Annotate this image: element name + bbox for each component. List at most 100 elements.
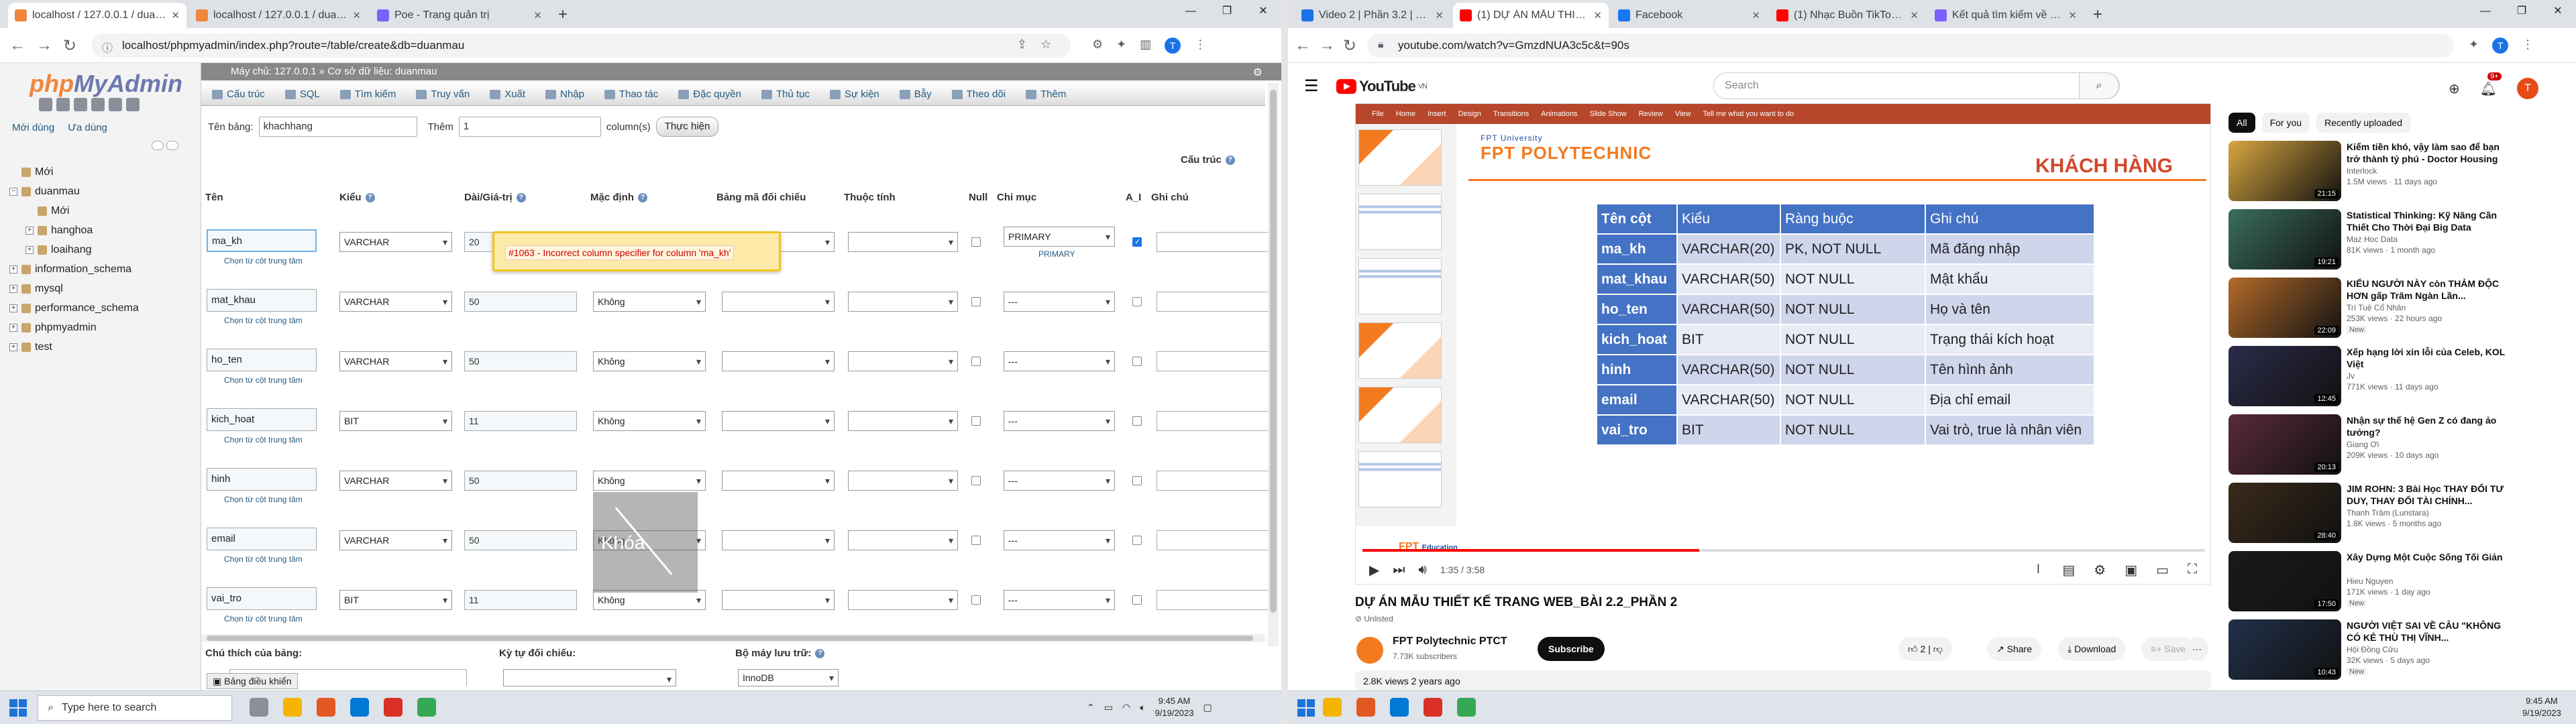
tree-expander-icon[interactable]: + — [9, 323, 17, 332]
recommendation-title[interactable]: Statistical Thinking: Kỹ Năng Cần Thiết … — [2347, 209, 2510, 233]
attributes-select[interactable] — [848, 292, 958, 312]
forward-icon[interactable]: → — [1319, 36, 1335, 55]
maximize-icon[interactable]: ❐ — [1209, 0, 1245, 25]
default-select[interactable]: Không — [593, 471, 706, 491]
recommendation-title[interactable]: Xây Dựng Một Cuộc Sống Tối Giản — [2347, 551, 2510, 563]
video-thumbnail[interactable]: 12:45 — [2229, 346, 2341, 406]
type-select[interactable]: VARCHAR — [339, 351, 452, 371]
explorer-icon[interactable] — [1356, 698, 1375, 717]
recommendation-title[interactable]: Xếp hạng lời xin lỗi của Celeb, KOL Việt — [2347, 346, 2510, 370]
recommendation-card[interactable]: 21:15 Kiểm tiền khó, vậy làm sao để bạn t… — [2229, 141, 2510, 201]
help-icon[interactable]: ? — [638, 193, 648, 203]
star-icon[interactable]: ☆ — [1040, 38, 1051, 52]
youtube-logo[interactable]: YouTube VN — [1336, 78, 1428, 95]
filter-chip[interactable]: Recently uploaded — [2316, 113, 2411, 133]
auto-increment-checkbox[interactable] — [1132, 476, 1142, 485]
type-select[interactable]: VARCHAR — [339, 471, 452, 491]
search-icon[interactable]: ⌕ — [2079, 72, 2119, 99]
help-icon[interactable]: ? — [516, 193, 526, 203]
app-icon[interactable] — [317, 698, 335, 717]
breadcrumb-server[interactable]: Máy chủ: 127.0.0.1 — [231, 66, 317, 77]
thumbs-up-icon[interactable]: 👍︎ — [1908, 644, 1921, 654]
length-input[interactable]: 11 — [464, 590, 577, 610]
minimize-icon[interactable]: — — [2467, 0, 2504, 25]
recommendation-card[interactable]: 10:43 NGƯỜI VIỆT SAI VỀ CÂU "KHÔNG CÓ KẺ … — [2229, 619, 2510, 680]
browser-tab[interactable]: localhost / 127.0.0.1 / duanmau ✕ — [8, 3, 186, 28]
recommendation-card[interactable]: 17:50 Xây Dựng Một Cuộc Sống Tối Giản Hieu… — [2229, 551, 2510, 611]
forward-icon[interactable]: → — [36, 36, 52, 55]
null-checkbox[interactable] — [971, 297, 981, 306]
miniplayer-icon[interactable]: ▣ — [2125, 562, 2137, 579]
hamburger-menu-icon[interactable]: ☰ — [1304, 76, 1319, 96]
index-select[interactable]: --- — [1004, 530, 1115, 550]
recommendation-channel[interactable]: Hội Đồng Cửu — [2347, 645, 2398, 654]
avatar[interactable]: T — [2517, 78, 2539, 99]
menu-item[interactable]: Bẫy — [899, 88, 932, 100]
clock[interactable]: 9:45 AM 9/19/2023 — [1155, 695, 1194, 719]
maximize-icon[interactable]: ❐ — [2504, 0, 2540, 25]
null-checkbox[interactable] — [971, 357, 981, 366]
filter-chip[interactable]: All — [2229, 113, 2255, 133]
filter-chip[interactable]: For you — [2261, 113, 2310, 133]
auto-increment-checkbox[interactable] — [1132, 595, 1142, 605]
gear-icon[interactable]: ⚙ — [1253, 64, 1263, 82]
comments-input[interactable] — [1157, 530, 1271, 550]
tree-item[interactable]: + information_schema — [9, 259, 139, 279]
type-select[interactable]: VARCHAR — [339, 292, 452, 312]
minimize-icon[interactable]: — — [1173, 0, 1209, 25]
menu-kebab-icon[interactable]: ⋮ — [1194, 38, 1206, 54]
length-input[interactable]: 11 — [464, 411, 577, 431]
auto-increment-checkbox[interactable] — [1132, 237, 1142, 247]
help-icon[interactable]: ? — [815, 649, 825, 659]
collation-select[interactable] — [722, 351, 835, 371]
menu-item[interactable]: Cấu trúc — [212, 88, 265, 100]
video-thumbnail[interactable]: 22:09 — [2229, 278, 2341, 338]
tray-chevron-icon[interactable]: ⌃ — [1087, 702, 1095, 713]
index-select[interactable]: --- — [1004, 411, 1115, 431]
comments-input[interactable] — [1157, 590, 1271, 610]
comments-input[interactable] — [1157, 292, 1271, 312]
field-name-input[interactable]: mat_khau — [207, 289, 317, 312]
field-name-input[interactable]: ho_ten — [207, 349, 317, 371]
collation-select[interactable] — [503, 669, 676, 688]
comments-input[interactable] — [1157, 351, 1271, 371]
channel-avatar[interactable] — [1356, 637, 1383, 664]
close-window-icon[interactable]: ✕ — [1245, 0, 1281, 25]
null-checkbox[interactable] — [971, 595, 981, 605]
collation-select[interactable] — [722, 292, 835, 312]
recommendation-title[interactable]: Kiểm tiền khó, vậy làm sao để bạn trở th… — [2347, 141, 2510, 165]
menu-kebab-icon[interactable]: ⋮ — [2522, 38, 2534, 54]
browser-tab[interactable]: Kết quả tìm kiếm về youtube trê ✕ — [1928, 3, 2084, 28]
download-button[interactable]: ⤓ Download — [2058, 637, 2126, 661]
next-icon[interactable]: ⏭︎ — [1393, 562, 1405, 578]
settings-icon[interactable] — [109, 98, 122, 111]
default-select[interactable]: Không — [593, 411, 706, 431]
null-checkbox[interactable] — [971, 536, 981, 545]
help-icon[interactable]: ? — [365, 193, 375, 203]
scrollbar-thumb[interactable] — [207, 636, 1253, 641]
app-icon[interactable] — [250, 698, 268, 717]
attributes-select[interactable] — [848, 411, 958, 431]
browser-tab[interactable]: Video 2 | Phần 3.2 | WEB2041 Củ ✕ — [1295, 3, 1450, 28]
taskbar-search[interactable]: ⌕ Type here to search — [38, 695, 232, 721]
reload-icon[interactable]: ↻ — [63, 36, 76, 56]
logout-icon[interactable] — [56, 98, 70, 111]
browser-tab[interactable]: (1) DỰ ÁN MẪU THIẾT KẾ TRANG ✕ — [1453, 3, 1609, 28]
collation-select[interactable] — [722, 530, 835, 550]
clock[interactable]: 9:45 AM 9/19/2023 — [2522, 695, 2561, 719]
collapse-all-icon[interactable] — [152, 141, 164, 150]
comments-input[interactable] — [1157, 411, 1271, 431]
recommendation-card[interactable]: 28:40 JIM ROHN: 3 Bài Học THAY ĐỔI TƯ DUY… — [2229, 483, 2510, 543]
close-icon[interactable]: ✕ — [171, 9, 180, 21]
url-bar[interactable]: 🔒︎ youtube.com/watch?v=GmzdNUA3c5c&t=90s — [1367, 34, 2454, 58]
browser-tab[interactable]: (1) Nhạc Buồn TikTok 2023 ✕ — [1770, 3, 1925, 28]
field-name-input[interactable]: kich_hoat — [207, 408, 317, 431]
type-select[interactable]: VARCHAR — [339, 232, 452, 252]
attributes-select[interactable] — [848, 232, 958, 252]
menu-item[interactable]: Đặc quyền — [678, 88, 741, 100]
field-name-input[interactable]: vai_tro — [207, 587, 317, 610]
app-icon[interactable] — [1390, 698, 1409, 717]
reload-nav-icon[interactable] — [126, 98, 140, 111]
length-input[interactable]: 50 — [464, 471, 577, 491]
windows-start-icon[interactable] — [9, 699, 27, 717]
